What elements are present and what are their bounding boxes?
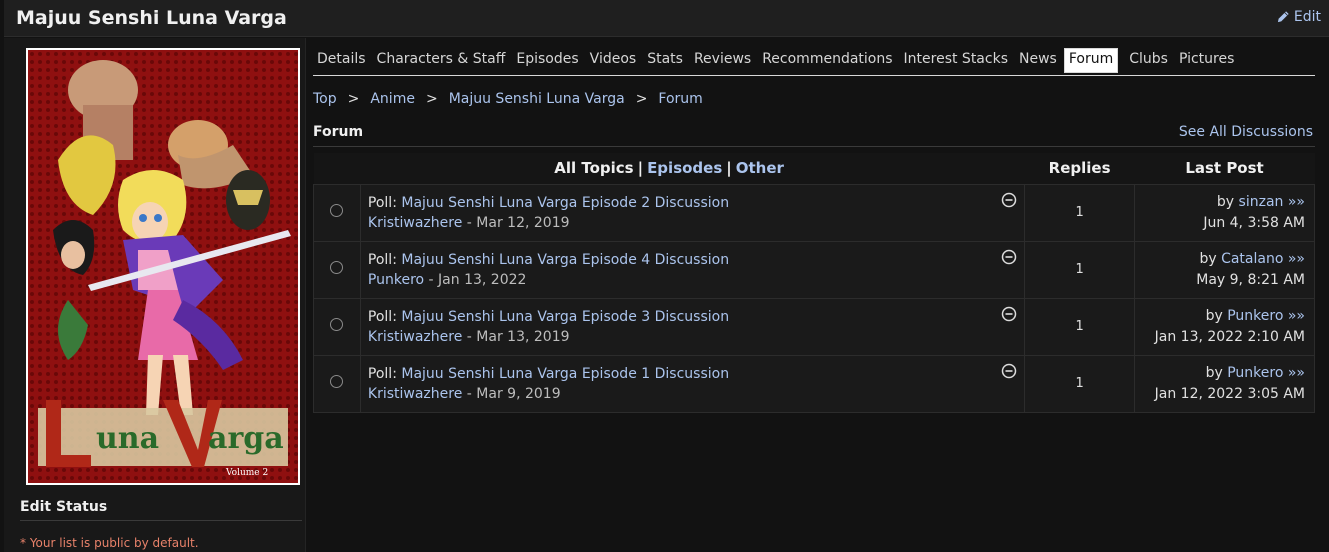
- tab-interest-stacks[interactable]: Interest Stacks: [900, 48, 1015, 72]
- filter-episodes[interactable]: Episodes: [647, 159, 722, 177]
- breadcrumb-anime-title[interactable]: Majuu Senshi Luna Varga: [449, 91, 625, 107]
- topic-select-radio[interactable]: [330, 204, 344, 217]
- filter-all-topics[interactable]: All Topics: [554, 159, 633, 177]
- tab-reviews[interactable]: Reviews: [690, 48, 758, 72]
- topic-author-link[interactable]: Kristiwazhere: [368, 386, 462, 402]
- topic-select-radio[interactable]: [330, 318, 344, 331]
- topic-author-link[interactable]: Punkero: [368, 272, 424, 288]
- topic-select-radio[interactable]: [330, 261, 344, 274]
- page-title: Majuu Senshi Luna Varga: [16, 7, 287, 29]
- replies-column-header: Replies: [1024, 153, 1135, 185]
- replies-count: 1: [1024, 183, 1136, 242]
- topic-filter-header: All Topics | Episodes | Other: [313, 153, 1025, 185]
- poll-prefix: Poll:: [367, 251, 397, 268]
- table-row: Poll: Majuu Senshi Luna Varga Episode 2 …: [313, 183, 1315, 242]
- breadcrumb: Top > Anime > Majuu Senshi Luna Varga > Forum: [313, 91, 703, 107]
- page-header: Majuu Senshi Luna Varga Edit: [4, 0, 1329, 37]
- tab-forum[interactable]: Forum: [1063, 48, 1119, 73]
- topic-date: - Jan 13, 2022: [428, 271, 527, 288]
- left-sidebar: una arga Volume 2 Edit Status * Your lis…: [4, 38, 306, 552]
- table-row: Poll: Majuu Senshi Luna Varga Episode 1 …: [313, 354, 1315, 413]
- breadcrumb-anime[interactable]: Anime: [370, 91, 415, 107]
- last-post-time: Jan 13, 2022 2:10 AM: [1154, 328, 1305, 345]
- tab-recommendations[interactable]: Recommendations: [758, 48, 899, 72]
- topic-date: - Mar 13, 2019: [466, 328, 570, 345]
- forum-topics-table: All Topics | Episodes | Other Replies Last P…: [313, 153, 1315, 413]
- see-all-discussions-link[interactable]: See All Discussions: [1179, 124, 1313, 140]
- last-post-user-link[interactable]: Catalano: [1221, 251, 1283, 267]
- edit-label: Edit: [1293, 9, 1321, 25]
- minus-circle-icon[interactable]: [1001, 192, 1017, 208]
- topic-author-link[interactable]: Kristiwazhere: [368, 329, 462, 345]
- breadcrumb-forum[interactable]: Forum: [658, 91, 702, 107]
- table-row: Poll: Majuu Senshi Luna Varga Episode 4 …: [313, 240, 1315, 299]
- replies-count: 1: [1024, 240, 1136, 299]
- last-post-jump-link[interactable]: »»: [1288, 194, 1305, 210]
- poll-prefix: Poll:: [367, 194, 397, 211]
- minus-circle-icon[interactable]: [1001, 249, 1017, 265]
- table-row: Poll: Majuu Senshi Luna Varga Episode 3 …: [313, 297, 1315, 356]
- topic-title-link[interactable]: Majuu Senshi Luna Varga Episode 3 Discus…: [401, 309, 729, 325]
- svg-text:una: una: [96, 421, 159, 456]
- last-post-jump-link[interactable]: »»: [1288, 308, 1305, 324]
- last-post-time: Jun 4, 3:58 AM: [1203, 214, 1305, 231]
- topic-title-link[interactable]: Majuu Senshi Luna Varga Episode 1 Discus…: [401, 366, 729, 382]
- last-post-time: Jan 12, 2022 3:05 AM: [1154, 385, 1305, 402]
- poll-prefix: Poll:: [367, 365, 397, 382]
- minus-circle-icon[interactable]: [1001, 363, 1017, 379]
- edit-status-heading: Edit Status: [20, 499, 302, 521]
- topic-select-radio[interactable]: [330, 375, 344, 388]
- last-post-user-link[interactable]: sinzan: [1239, 194, 1284, 210]
- last-post-user-link[interactable]: Punkero: [1227, 308, 1283, 324]
- last-post-user-link[interactable]: Punkero: [1227, 365, 1283, 381]
- tab-pictures[interactable]: Pictures: [1175, 48, 1241, 72]
- tab-news[interactable]: News: [1015, 48, 1064, 72]
- minus-circle-icon[interactable]: [1001, 306, 1017, 322]
- svg-text:arga: arga: [208, 421, 284, 456]
- last-post-jump-link[interactable]: »»: [1288, 365, 1305, 381]
- anime-cover-image[interactable]: una arga Volume 2: [26, 48, 300, 485]
- filter-other[interactable]: Other: [736, 159, 784, 177]
- last-post-time: May 9, 8:21 AM: [1196, 271, 1305, 288]
- anime-tabs: Details Characters & Staff Episodes Vide…: [313, 48, 1315, 76]
- topic-title-link[interactable]: Majuu Senshi Luna Varga Episode 4 Discus…: [401, 252, 729, 268]
- topic-title-link[interactable]: Majuu Senshi Luna Varga Episode 2 Discus…: [401, 195, 729, 211]
- tab-videos[interactable]: Videos: [586, 48, 644, 72]
- breadcrumb-top[interactable]: Top: [313, 91, 337, 107]
- pencil-icon: [1277, 11, 1289, 23]
- forum-title: Forum: [313, 124, 364, 140]
- tab-clubs[interactable]: Clubs: [1125, 48, 1175, 72]
- svg-text:Volume 2: Volume 2: [225, 468, 268, 478]
- last-post-column-header: Last Post: [1134, 153, 1315, 185]
- topic-date: - Mar 9, 2019: [466, 385, 561, 402]
- replies-count: 1: [1024, 354, 1136, 413]
- topic-author-link[interactable]: Kristiwazhere: [368, 215, 462, 231]
- replies-count: 1: [1024, 297, 1136, 356]
- tab-stats[interactable]: Stats: [643, 48, 690, 72]
- public-list-note: * Your list is public by default.: [20, 536, 199, 550]
- tab-characters-staff[interactable]: Characters & Staff: [373, 48, 513, 72]
- forum-heading: Forum See All Discussions: [313, 124, 1315, 147]
- edit-link[interactable]: Edit: [1276, 9, 1321, 25]
- poll-prefix: Poll:: [367, 308, 397, 325]
- last-post-jump-link[interactable]: »»: [1288, 251, 1305, 267]
- topic-date: - Mar 12, 2019: [466, 214, 570, 231]
- tab-episodes[interactable]: Episodes: [512, 48, 585, 72]
- tab-details[interactable]: Details: [313, 48, 373, 72]
